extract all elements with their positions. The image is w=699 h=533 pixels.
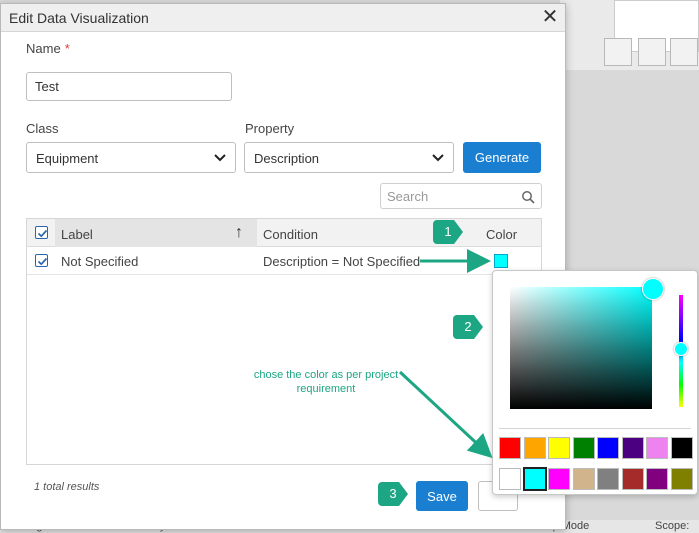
annotation-arrows xyxy=(398,249,493,459)
annotation-note: chose the color as per project requireme… xyxy=(253,369,399,395)
